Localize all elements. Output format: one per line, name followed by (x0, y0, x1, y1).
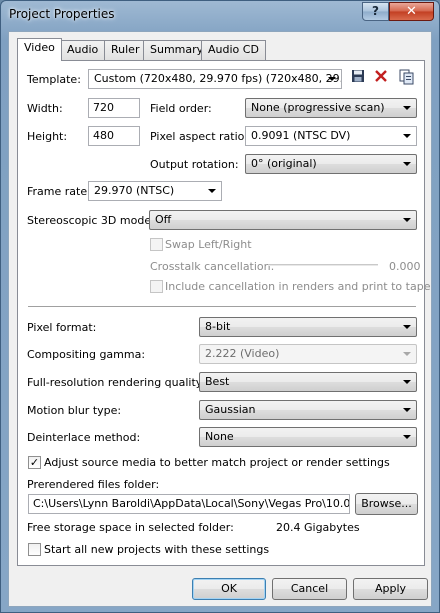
apply-button[interactable]: Apply (353, 578, 428, 600)
ok-button[interactable]: OK (192, 578, 266, 600)
save-icon[interactable] (349, 69, 367, 87)
adjust-source-label: Adjust source media to better match proj… (44, 456, 390, 469)
crosstalk-label: Crosstalk cancellation: (150, 260, 275, 273)
chevron-down-icon (403, 162, 411, 166)
free-space-value: 20.4 Gigabytes (276, 521, 360, 534)
crosstalk-slider[interactable] (268, 264, 378, 266)
pixel-format-value: 8-bit (205, 320, 231, 333)
pixel-aspect-dropdown[interactable]: 0.9091 (NTSC DV) (245, 126, 417, 146)
compositing-gamma-value: 2.222 (Video) (205, 347, 280, 360)
title-bar[interactable]: Project Properties ? ✕ (1, 1, 439, 29)
motion-blur-label: Motion blur type: (27, 404, 122, 417)
tab-ruler[interactable]: Ruler (104, 40, 147, 60)
chevron-down-icon (403, 408, 411, 412)
template-dropdown[interactable]: Custom (720x480, 29.970 fps) (720x480, 2… (88, 69, 342, 89)
stereo-3d-value: Off (155, 213, 172, 226)
chevron-down-icon (328, 77, 336, 81)
height-input[interactable]: 480 (88, 126, 140, 146)
chevron-down-icon (403, 435, 411, 439)
delete-icon[interactable] (372, 69, 390, 87)
pixel-format-dropdown[interactable]: 8-bit (199, 317, 417, 337)
chevron-down-icon (403, 352, 411, 356)
output-rotation-label: Output rotation: (150, 158, 239, 171)
deinterlace-label: Deinterlace method: (27, 431, 141, 444)
deinterlace-value: None (205, 430, 234, 443)
width-input[interactable]: 720 (88, 98, 140, 118)
copy-icon[interactable] (398, 69, 416, 87)
template-label: Template: (27, 73, 81, 86)
compositing-gamma-label: Compositing gamma: (27, 348, 146, 361)
field-order-dropdown[interactable]: None (progressive scan) (245, 98, 417, 118)
swap-left-right-label: Swap Left/Right (165, 238, 252, 251)
rendering-quality-dropdown[interactable]: Best (199, 372, 417, 392)
field-order-value: None (progressive scan) (251, 101, 385, 114)
tab-audio-cd[interactable]: Audio CD (201, 40, 266, 60)
include-cancellation-label: Include cancellation in renders and prin… (165, 280, 431, 293)
stereo-3d-dropdown[interactable]: Off (149, 210, 417, 230)
crosstalk-value: 0.000 (389, 260, 421, 273)
field-order-label: Field order: (150, 102, 212, 115)
tab-audio[interactable]: Audio (60, 40, 106, 60)
pixel-aspect-label: Pixel aspect ratio: (150, 130, 249, 143)
swap-left-right-checkbox[interactable] (150, 238, 163, 251)
compositing-gamma-dropdown[interactable]: 2.222 (Video) (199, 344, 417, 364)
browse-button[interactable]: Browse... (355, 493, 418, 515)
cancel-button[interactable]: Cancel (272, 578, 347, 600)
close-button[interactable]: ✕ (389, 2, 434, 21)
pixel-format-label: Pixel format: (27, 321, 97, 334)
video-tab-panel: Template: Custom (720x480, 29.970 fps) (… (17, 60, 430, 566)
adjust-source-checkbox[interactable]: ✓ (28, 456, 41, 469)
prerender-folder-label: Prerendered files folder: (27, 478, 160, 491)
start-all-checkbox[interactable] (28, 543, 41, 556)
chevron-down-icon (208, 189, 216, 193)
prerender-folder-input[interactable]: C:\Users\Lynn Baroldi\AppData\Local\Sony… (28, 494, 350, 514)
chevron-down-icon (403, 325, 411, 329)
deinterlace-dropdown[interactable]: None (199, 427, 417, 447)
chevron-down-icon (403, 218, 411, 222)
chevron-down-icon (403, 134, 411, 138)
tab-video[interactable]: Video (17, 38, 62, 61)
include-cancellation-checkbox[interactable] (150, 280, 163, 293)
width-label: Width: (27, 102, 63, 115)
frame-rate-label: Frame rate: (27, 185, 91, 198)
height-label: Height: (27, 130, 68, 143)
window-title: Project Properties (9, 7, 115, 21)
project-properties-window: Project Properties ? ✕ Video Audio Ruler… (0, 0, 440, 613)
help-button[interactable]: ? (362, 2, 389, 21)
frame-rate-dropdown[interactable]: 29.970 (NTSC) (88, 181, 222, 201)
rendering-quality-value: Best (205, 375, 230, 388)
motion-blur-dropdown[interactable]: Gaussian (199, 400, 417, 420)
chevron-down-icon (403, 106, 411, 110)
dialog-body: Video Audio Ruler Summary Audio CD Templ… (8, 31, 432, 607)
stereo-3d-label: Stereoscopic 3D mode: (27, 214, 155, 227)
start-all-label: Start all new projects with these settin… (44, 543, 270, 556)
output-rotation-value: 0° (original) (251, 157, 317, 170)
pixel-aspect-value: 0.9091 (NTSC DV) (251, 129, 351, 142)
rendering-quality-label: Full-resolution rendering quality: (27, 376, 206, 389)
chevron-down-icon (403, 380, 411, 384)
output-rotation-dropdown[interactable]: 0° (original) (245, 154, 417, 174)
template-value: Custom (720x480, 29.970 fps) (720x480, 2… (94, 72, 342, 85)
motion-blur-value: Gaussian (205, 403, 256, 416)
frame-rate-value: 29.970 (NTSC) (94, 184, 175, 197)
section-divider (28, 306, 416, 308)
free-space-label: Free storage space in selected folder: (27, 521, 234, 534)
